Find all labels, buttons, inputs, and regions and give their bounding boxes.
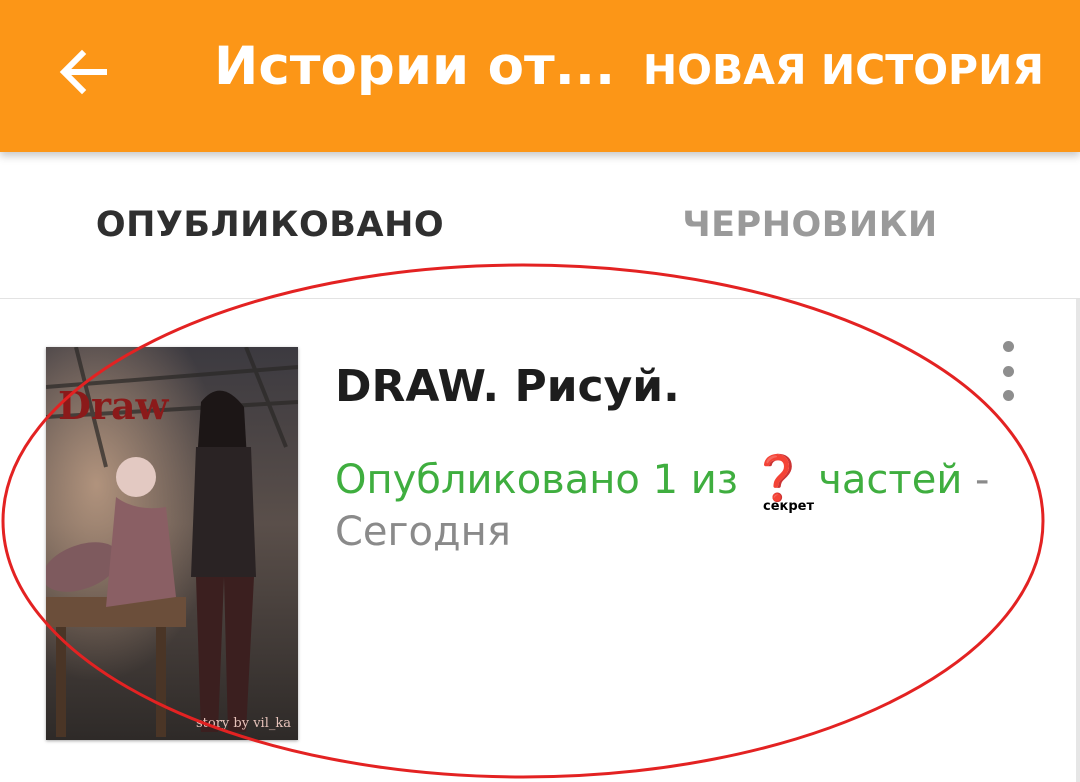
cover-title-text: Draw [58,383,170,428]
arrow-left-icon [59,49,107,95]
page-title: Истории от... [214,36,616,97]
more-vertical-icon[interactable] [990,341,1026,401]
story-card[interactable]: Draw story by vil_ka DRAW. Рисуй. Опубли… [0,299,1080,782]
back-button[interactable] [44,32,124,112]
story-status: Опубликовано 1 из ❓ частей - [335,452,989,504]
app-bar: Истории от... НОВАЯ ИСТОРИЯ [0,0,1080,152]
screen: Истории от... НОВАЯ ИСТОРИЯ ОПУБЛИКОВАНО… [0,0,1080,782]
annotation-secret-label: секрет [763,499,815,514]
story-title[interactable]: DRAW. Рисуй. [335,361,680,412]
cover-credit-text: story by vil_ka [196,716,291,731]
story-cover-image[interactable]: Draw story by vil_ka [46,347,298,740]
new-story-button[interactable]: НОВАЯ ИСТОРИЯ [643,46,1044,94]
question-mark-icon: ❓ [750,453,806,504]
tab-drafts[interactable]: ЧЕРНОВИКИ [540,152,1080,298]
tab-published[interactable]: ОПУБЛИКОВАНО [0,152,540,298]
story-updated-date: Сегодня [335,509,511,555]
status-parts-suffix: частей [818,457,963,503]
tab-bar: ОПУБЛИКОВАНО ЧЕРНОВИКИ [0,152,1080,298]
card-edge [1076,299,1080,782]
status-published-prefix: Опубликовано 1 из [335,457,739,503]
status-separator: - [975,457,990,503]
